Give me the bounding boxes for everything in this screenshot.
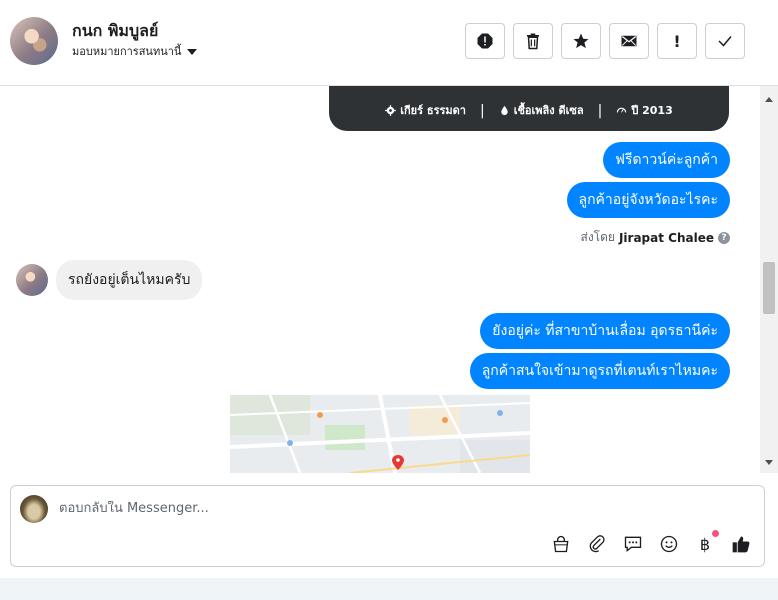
scroll-up-arrow-icon[interactable]	[760, 90, 778, 102]
outgoing-message[interactable]: ยังอยู่ค่ะ ที่สาขาบ้านเลื่อม อุดรธานีค่ะ	[480, 313, 730, 350]
sent-by-prefix: ส่งโดย	[580, 230, 615, 244]
message-thread: เกียร์ ธรรมดา | เชื้อเพลิง ดีเซล | ปี 20…	[0, 86, 760, 473]
saved-replies-button[interactable]	[622, 533, 644, 555]
baht-icon: ฿	[699, 534, 711, 554]
page-avatar	[20, 495, 48, 523]
alert-octagon-icon	[477, 33, 493, 49]
spec-separator: |	[597, 103, 603, 119]
mark-done-button[interactable]	[705, 23, 745, 59]
assign-conversation-dropdown[interactable]: มอบหมายการสนทนานี้	[72, 42, 198, 60]
fuel-drop-icon	[500, 105, 508, 115]
scroll-down-arrow-icon[interactable]	[760, 457, 778, 469]
spec-year-text: ปี 2013	[631, 104, 673, 117]
exclamation-icon: !	[673, 31, 681, 51]
map-image	[230, 395, 530, 473]
spec-separator: |	[479, 103, 485, 119]
checkmark-icon	[718, 36, 732, 47]
attach-file-button[interactable]	[586, 533, 608, 555]
header-actions: !	[465, 23, 745, 59]
follow-up-button[interactable]: !	[657, 23, 697, 59]
emoji-button[interactable]	[658, 533, 680, 555]
like-button[interactable]	[730, 533, 752, 555]
spec-fuel: เชื้อเพลิง ดีเซล	[499, 101, 584, 119]
car-listing-card[interactable]: เกียร์ ธรรมดา | เชื้อเพลิง ดีเซล | ปี 20…	[329, 86, 729, 131]
star-icon	[573, 33, 589, 49]
like-icon	[732, 536, 750, 553]
chevron-down-icon	[187, 49, 198, 55]
contact-avatar-small[interactable]	[16, 264, 48, 296]
reply-composer: ฿	[10, 485, 765, 567]
messenger-inbox-pane: กนก พิมบูลย์ มอบหมายการสนทนานี้ ! เกียร์…	[0, 0, 778, 600]
spam-report-button[interactable]	[465, 23, 505, 59]
outgoing-message[interactable]: ลูกค้าสนใจเข้ามาดูรถที่เตนท์เราไหมคะ	[469, 353, 730, 390]
envelope-icon	[621, 35, 637, 47]
emoji-icon	[660, 535, 678, 553]
delete-button[interactable]	[513, 23, 553, 59]
scroll-thumb[interactable]	[763, 262, 775, 314]
spec-year: ปี 2013	[616, 101, 673, 119]
speedometer-icon	[617, 107, 627, 113]
mark-unread-button[interactable]	[609, 23, 649, 59]
thread-scrollbar[interactable]	[760, 86, 778, 473]
outgoing-message[interactable]: ลูกค้าอยู่จังหวัดอะไรคะ	[566, 182, 730, 219]
notification-dot	[712, 530, 719, 537]
star-button[interactable]	[561, 23, 601, 59]
composer-toolbar: ฿	[550, 530, 752, 555]
trash-icon	[527, 33, 539, 50]
attachment-icon	[589, 535, 605, 553]
location-map[interactable]	[230, 395, 530, 473]
contact-avatar[interactable]	[10, 17, 58, 65]
spec-fuel-text: เชื้อเพลิง ดีเซล	[513, 104, 584, 117]
incoming-message[interactable]: รถยังอยู่เต็นไหมครับ	[56, 260, 203, 300]
outgoing-message[interactable]: ฟรีดาวน์ค่ะลูกค้า	[603, 142, 730, 179]
products-button[interactable]	[550, 533, 572, 555]
assign-label: มอบหมายการสนทนานี้	[72, 45, 182, 58]
contact-name[interactable]: กนก พิมบูลย์	[72, 19, 158, 44]
payment-button[interactable]: ฿	[694, 530, 719, 555]
conversation-header: กนก พิมบูลย์ มอบหมายการสนทนานี้ !	[0, 0, 778, 86]
bottom-strip	[0, 578, 778, 600]
bag-icon	[553, 535, 569, 553]
saved-reply-icon	[624, 536, 642, 553]
reply-input[interactable]	[59, 501, 539, 516]
spec-gear: เกียร์ ธรรมดา	[385, 101, 466, 119]
spec-gear-text: เกียร์ ธรรมดา	[400, 104, 466, 117]
sent-by-label: ส่งโดย Jirapat Chalee ?	[580, 228, 730, 247]
help-icon[interactable]: ?	[718, 231, 730, 244]
sent-by-agent: Jirapat Chalee	[618, 230, 714, 245]
gear-icon	[385, 104, 397, 116]
